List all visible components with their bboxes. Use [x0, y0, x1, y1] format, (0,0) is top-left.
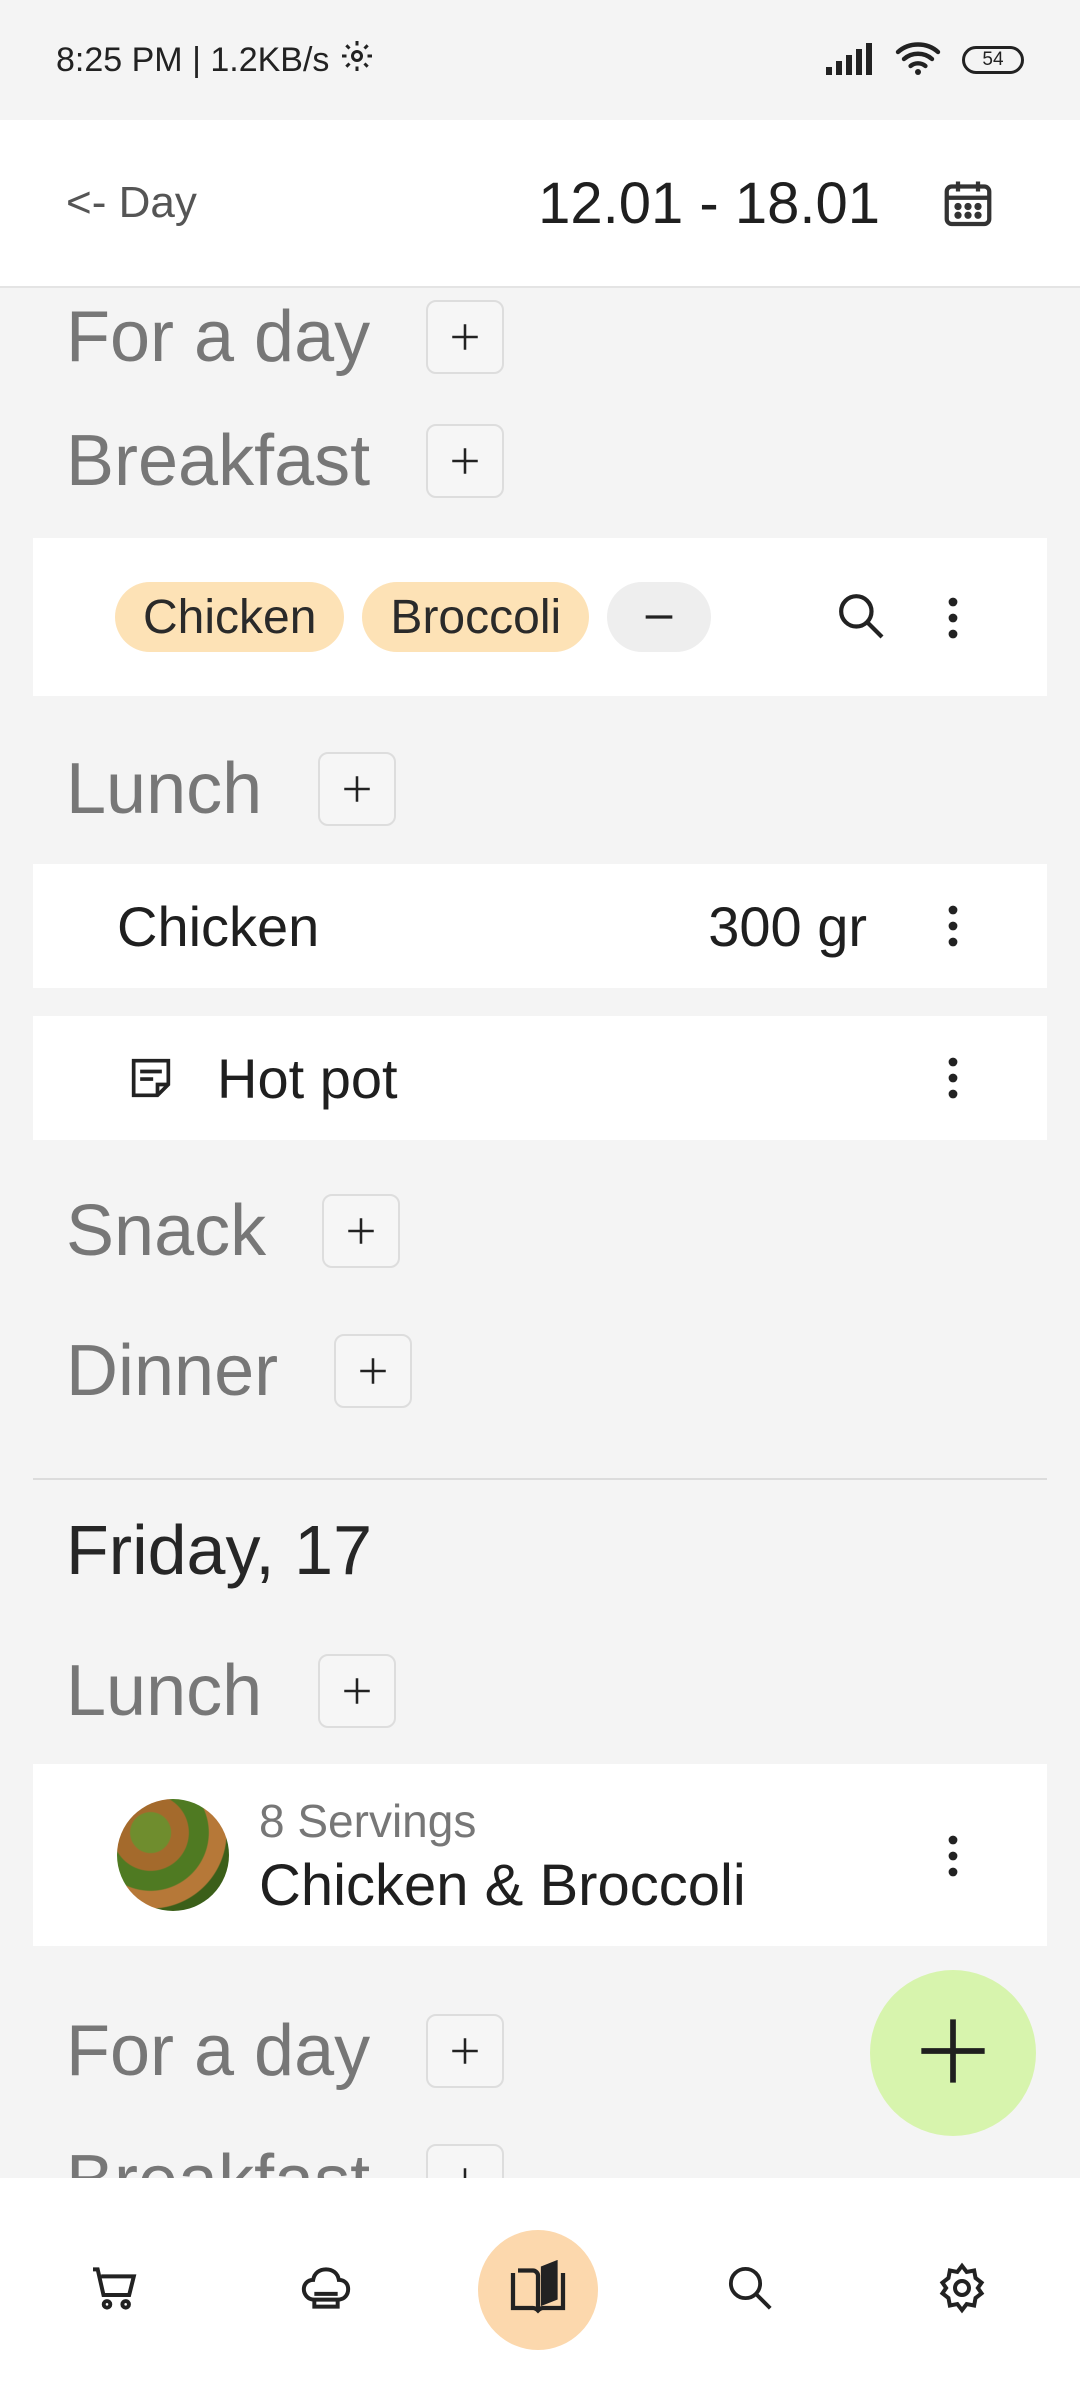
search-icon [723, 2261, 777, 2320]
nav-settings[interactable] [902, 2230, 1022, 2350]
nav-meal-plan[interactable] [478, 2230, 598, 2350]
add-dinner-button[interactable] [334, 1334, 413, 1408]
app-header: <- Day 12.01 - 18.01 [0, 120, 1080, 288]
plus-icon [915, 2013, 991, 2094]
meal-item-name: Hot pot [217, 1047, 398, 1110]
note-icon [125, 1052, 177, 1109]
section-title: Lunch [66, 749, 263, 829]
wifi-icon [894, 40, 942, 81]
add-snack-button[interactable] [322, 1194, 401, 1268]
week-range[interactable]: 12.01 - 18.01 [538, 170, 880, 237]
more-vertical-icon[interactable] [933, 896, 973, 956]
app-root: { "status_bar": { "time_speed": "8:25 PM… [0, 0, 1080, 2400]
recipe-thumbnail [117, 1799, 229, 1911]
bottom-navigation [0, 2178, 1080, 2400]
section-friday-for-a-day: For a day [66, 2010, 505, 2092]
status-time: 8:25 PM | 1.2KB/s [56, 40, 330, 79]
day-divider [33, 1478, 1047, 1480]
section-title: Snack [66, 1191, 267, 1271]
section-title: Breakfast [66, 421, 371, 501]
meal-plan-list[interactable]: For a day Breakfast Chicken Broccoli Lun… [0, 288, 1080, 2178]
nav-shopping-cart[interactable] [54, 2230, 174, 2350]
section-title: For a day [66, 297, 371, 377]
meal-item-row[interactable]: Chicken 300 gr [33, 864, 1047, 988]
cart-icon [86, 2260, 142, 2321]
more-vertical-icon[interactable] [933, 1826, 973, 1886]
nav-search[interactable] [690, 2230, 810, 2350]
book-icon [508, 2259, 568, 2321]
more-vertical-icon[interactable] [933, 588, 973, 648]
add-breakfast-button[interactable] [426, 424, 505, 498]
section-title: Dinner [66, 1331, 279, 1411]
more-vertical-icon[interactable] [933, 1048, 973, 1108]
meal-note-row[interactable]: Hot pot [33, 1016, 1047, 1140]
section-title: Lunch [66, 1651, 263, 1731]
section-snack: Snack [66, 1190, 401, 1272]
section-title: For a day [66, 2011, 371, 2091]
settings-icon [934, 2260, 990, 2321]
section-friday-breakfast: Breakfast [66, 2140, 505, 2178]
add-fab-button[interactable] [870, 1970, 1036, 2136]
section-title: Breakfast [66, 2140, 370, 2178]
section-friday-lunch: Lunch [66, 1650, 397, 1732]
section-lunch: Lunch [66, 748, 397, 830]
meal-item-name: Chicken [117, 895, 320, 958]
section-breakfast: Breakfast [66, 420, 505, 502]
calendar-icon[interactable] [938, 174, 998, 234]
breakfast-search-card: Chicken Broccoli [33, 538, 1047, 696]
back-to-day-link[interactable]: <- Day [66, 178, 197, 228]
status-bar: 8:25 PM | 1.2KB/s 54 [0, 0, 1080, 120]
section-for-a-day: For a day [66, 296, 505, 378]
add-lunch-button[interactable] [318, 1654, 397, 1728]
add-breakfast-button[interactable] [426, 2144, 505, 2178]
recipe-name: Chicken & Broccoli [259, 1853, 746, 1918]
meal-item-amount: 300 gr [708, 895, 867, 958]
nav-recipes[interactable] [266, 2230, 386, 2350]
search-icon[interactable] [833, 588, 889, 649]
section-dinner: Dinner [66, 1330, 413, 1412]
day-title: Friday, 17 [66, 1511, 373, 1589]
add-for-a-day-button[interactable] [426, 2014, 505, 2088]
add-lunch-button[interactable] [318, 752, 397, 826]
signal-icon [826, 41, 874, 80]
recipe-servings: 8 Servings [259, 1795, 477, 1847]
ingredient-chip[interactable]: Broccoli [362, 582, 590, 652]
settings-gear-icon [339, 38, 375, 83]
recipe-row[interactable]: 8 Servings Chicken & Broccoli [33, 1764, 1047, 1946]
add-for-a-day-button[interactable] [426, 300, 505, 374]
chef-hat-icon [298, 2260, 354, 2321]
ingredient-chip[interactable]: Chicken [115, 582, 345, 652]
minus-icon[interactable] [607, 582, 712, 652]
battery-icon: 54 [962, 46, 1024, 74]
